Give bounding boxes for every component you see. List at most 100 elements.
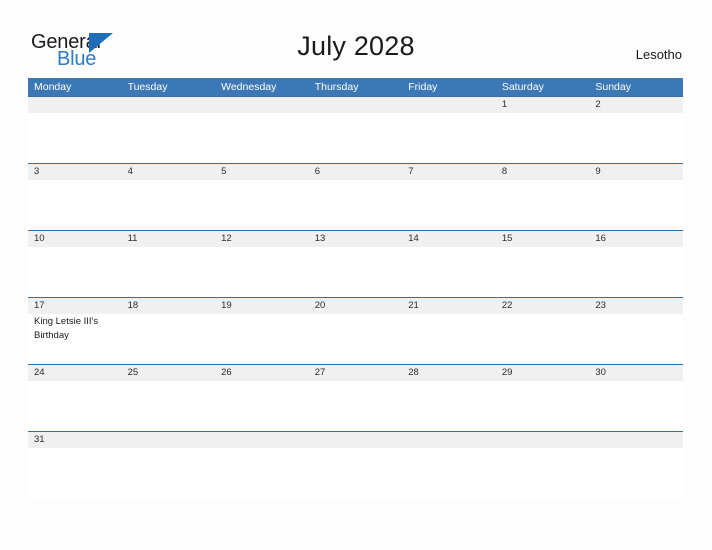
day-number: 27 <box>314 367 326 378</box>
calendar-day-cell[interactable]: 15 <box>496 231 590 296</box>
day-cell-container: 31 <box>28 432 683 497</box>
weekday-header-sunday: Sunday <box>595 81 631 93</box>
calendar-day-cell[interactable]: 5 <box>215 164 309 229</box>
day-number: 16 <box>595 233 606 244</box>
calendar-week-row: 3 4 5 6 7 8 9 <box>28 163 683 230</box>
day-number: 20 <box>314 300 326 311</box>
calendar-weeks: 1 2 3 4 5 6 7 8 9 10 11 12 13 14 15 16 17 King Letsie III… <box>28 96 683 498</box>
day-number: 23 <box>595 300 606 311</box>
weekday-header-row: Monday Tuesday Wednesday Thursday Friday Satu… <box>28 78 683 96</box>
calendar-day-cell-empty <box>122 432 216 497</box>
day-number: 15 <box>501 233 513 244</box>
day-number: 19 <box>221 300 232 311</box>
calendar-day-cell[interactable]: 21 <box>402 298 496 363</box>
calendar-day-cell[interactable]: 6 <box>309 164 403 229</box>
day-cell-container: 3 4 5 6 7 8 9 <box>28 164 683 229</box>
weekday-header-wednesday: Wednesday <box>221 81 277 93</box>
day-number: 21 <box>408 300 419 311</box>
day-number: 30 <box>595 367 606 378</box>
calendar-day-cell[interactable]: 12 <box>215 231 309 296</box>
calendar-day-cell[interactable]: 25 <box>122 365 216 430</box>
calendar-day-cell-empty <box>402 97 496 162</box>
page-title: July 2028 <box>297 31 415 61</box>
calendar-week-row: 31 <box>28 431 683 498</box>
calendar-day-cell[interactable]: 8 <box>496 164 590 229</box>
calendar-week-row: 10 11 12 13 14 15 16 <box>28 230 683 297</box>
day-number: 14 <box>408 233 419 244</box>
calendar-day-cell[interactable]: 2 <box>589 97 683 162</box>
page-header: General Blue July 2028 Lesotho <box>0 0 712 78</box>
day-number: 29 <box>501 367 513 378</box>
calendar-day-cell-empty <box>122 97 216 162</box>
calendar-day-cell-empty <box>589 432 683 497</box>
day-cell-container: 10 11 12 13 14 15 16 <box>28 231 683 296</box>
day-number: 13 <box>314 233 326 244</box>
day-number: 5 <box>221 166 227 177</box>
calendar-day-cell[interactable]: 10 <box>28 231 122 296</box>
calendar-day-cell-empty <box>28 97 122 162</box>
calendar-day-cell[interactable]: 24 <box>28 365 122 430</box>
calendar-day-cell[interactable]: 28 <box>402 365 496 430</box>
calendar-day-cell[interactable]: 9 <box>589 164 683 229</box>
calendar-day-cell[interactable]: 11 <box>122 231 216 296</box>
day-number: 31 <box>34 434 45 445</box>
day-number: 18 <box>127 300 139 311</box>
holiday-label: King Letsie III's Birthday <box>34 316 99 341</box>
day-cell-container: 12 <box>28 97 683 162</box>
calendar-day-cell[interactable]: 20 <box>309 298 403 363</box>
day-number: 25 <box>127 367 139 378</box>
calendar-day-cell[interactable]: 26 <box>215 365 309 430</box>
day-number: 11 <box>127 233 138 244</box>
calendar-day-cell[interactable]: 3 <box>28 164 122 229</box>
weekday-header-friday: Friday <box>408 81 438 93</box>
day-number: 17 <box>34 300 45 311</box>
calendar-day-cell[interactable]: 1 <box>496 97 590 162</box>
calendar-day-cell[interactable]: 30 <box>589 365 683 430</box>
calendar-week-row: 12 <box>28 96 683 163</box>
calendar-day-cell[interactable]: 4 <box>122 164 216 229</box>
calendar-day-cell[interactable]: 14 <box>402 231 496 296</box>
day-number: 12 <box>221 233 232 244</box>
day-number: 2 <box>595 99 601 110</box>
weekday-header-saturday: Saturday <box>501 81 544 93</box>
weekday-header-tuesday: Tuesday <box>127 81 168 93</box>
calendar-day-cell[interactable]: 23 <box>589 298 683 363</box>
calendar-day-cell-empty <box>402 432 496 497</box>
day-events: King Letsie III's Birthday <box>34 314 122 342</box>
calendar-day-cell[interactable]: 13 <box>309 231 403 296</box>
day-cell-container: 24 25 26 27 28 29 30 <box>28 365 683 430</box>
day-number: 22 <box>501 300 513 311</box>
calendar-day-cell[interactable]: 29 <box>496 365 590 430</box>
calendar-day-cell[interactable]: 31 <box>28 432 122 497</box>
calendar-day-cell[interactable]: 27 <box>309 365 403 430</box>
day-number: 10 <box>34 233 45 244</box>
day-number: 6 <box>314 166 320 177</box>
calendar-day-cell-empty <box>215 432 309 497</box>
calendar-grid: Monday Tuesday Wednesday Thursday Friday Satu… <box>28 78 683 498</box>
day-number: 26 <box>221 367 232 378</box>
calendar-day-cell[interactable]: 16 <box>589 231 683 296</box>
calendar-day-cell-empty <box>309 432 403 497</box>
day-number: 3 <box>34 166 40 177</box>
calendar-day-cell[interactable]: 18 <box>122 298 216 363</box>
calendar-day-cell[interactable]: 17 King Letsie III's Birthday <box>28 298 122 363</box>
weekday-header-monday: Monday <box>34 81 72 93</box>
calendar-day-cell-empty <box>496 432 590 497</box>
day-number: 7 <box>408 166 414 177</box>
day-number: 4 <box>127 166 133 177</box>
calendar-week-row: 17 King Letsie III's Birthday 18 19 20 21 22 23 <box>28 297 683 364</box>
calendar-week-row: 24 25 26 27 28 29 30 <box>28 364 683 431</box>
weekday-header-thursday: Thursday <box>314 81 359 93</box>
calendar-day-cell-empty <box>215 97 309 162</box>
country-label: Lesotho <box>635 47 682 62</box>
day-number: 24 <box>34 367 45 378</box>
calendar-day-cell[interactable]: 22 <box>496 298 590 363</box>
day-number: 1 <box>501 99 508 110</box>
day-cell-container: 17 King Letsie III's Birthday 18 19 20 21 22 23 <box>28 298 683 363</box>
day-number: 8 <box>501 166 508 177</box>
calendar-day-cell[interactable]: 19 <box>215 298 309 363</box>
calendar-day-cell-empty <box>309 97 403 162</box>
day-number: 28 <box>408 367 419 378</box>
day-number: 9 <box>595 166 601 177</box>
calendar-day-cell[interactable]: 7 <box>402 164 496 229</box>
